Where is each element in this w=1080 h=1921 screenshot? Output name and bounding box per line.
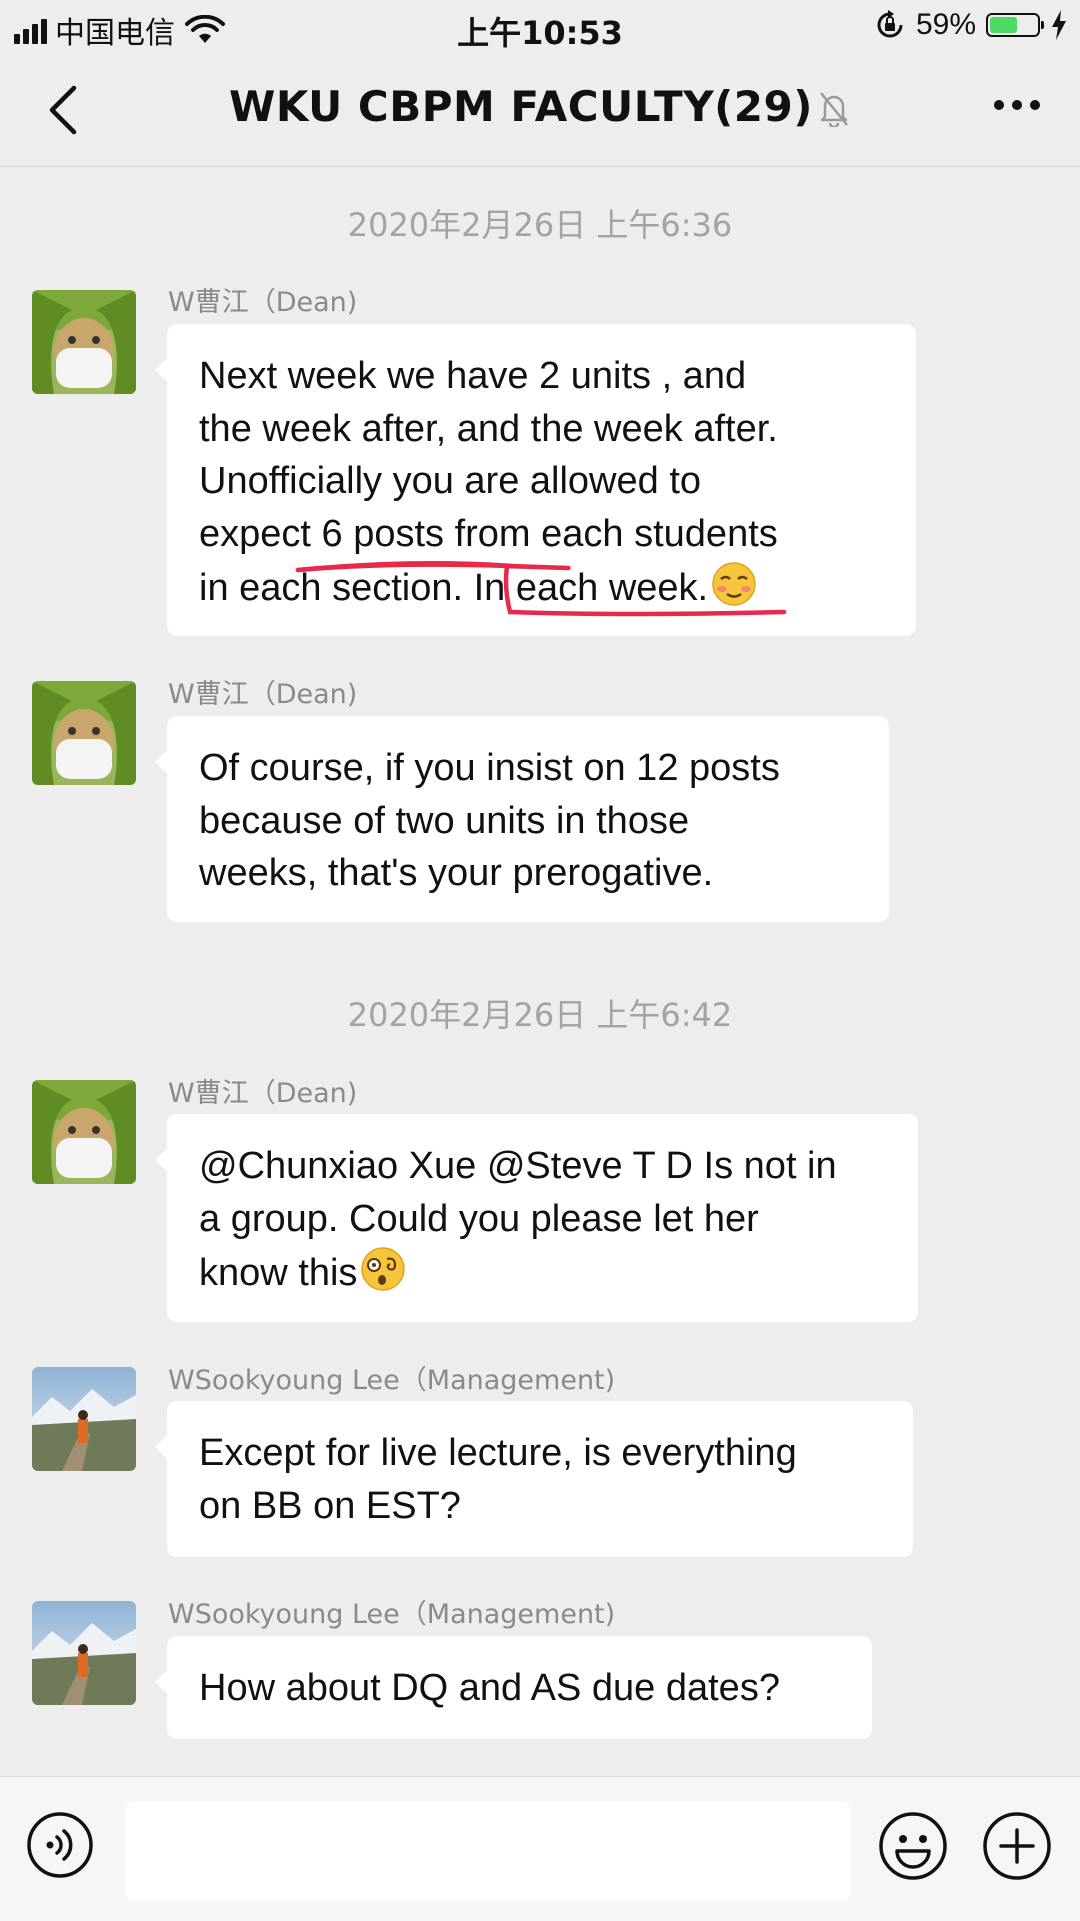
status-bar: 中国电信 上午10:53 59%: [0, 0, 1080, 54]
sender-name: WSookyoung Lee（Management): [168, 1599, 616, 1630]
flushed-emoji-icon: [712, 562, 756, 606]
message-line: @Chunxiao Xue @Steve T D Is not in: [199, 1145, 837, 1187]
orientation-lock-icon: [877, 10, 903, 38]
input-bar: [0, 1776, 1080, 1921]
dizzy-emoji-icon: [361, 1247, 406, 1291]
message-line: because of two units in those: [199, 799, 690, 842]
message-line: know this: [199, 1252, 358, 1294]
battery-icon: [986, 13, 1044, 37]
voice-icon[interactable]: [26, 1811, 94, 1879]
message-line: Of course, if you insist on 12 posts: [199, 747, 780, 789]
avatar[interactable]: [32, 1367, 136, 1471]
message-bubble[interactable]: Of course, if you insist on 12 posts bec…: [155, 716, 889, 922]
message-line: expect 6 posts from each students: [199, 512, 778, 555]
timestamp: 2020年2月26日 上午6:42: [347, 996, 733, 1034]
message-line: Next week we have 2 units , and: [199, 355, 747, 397]
emoji-icon[interactable]: [878, 1811, 948, 1881]
message-bubble[interactable]: Except for live lecture, is everything o…: [155, 1401, 913, 1557]
message-line: Unofficially you are allowed to: [199, 460, 702, 502]
message-bubble[interactable]: @Chunxiao Xue @Steve T D Is not in a gro…: [155, 1114, 918, 1322]
message-line: How about DQ and AS due dates?: [199, 1667, 780, 1709]
avatar[interactable]: [32, 290, 136, 394]
message-line: in each section. In each week.: [199, 567, 709, 609]
message-line: Except for live lecture, is everything: [199, 1432, 797, 1474]
sender-name: WSookyoung Lee（Management): [168, 1365, 616, 1396]
message-bubble[interactable]: How about DQ and AS due dates?: [155, 1636, 872, 1739]
plus-icon[interactable]: [982, 1811, 1052, 1881]
sender-name: W曹江（Dean): [168, 679, 358, 710]
sender-name: W曹江（Dean): [168, 1078, 358, 1109]
more-icon[interactable]: [994, 100, 1040, 110]
avatar[interactable]: [32, 1080, 136, 1184]
sender-name: W曹江（Dean): [168, 287, 358, 318]
battery-level: [990, 17, 1018, 33]
message-input[interactable]: [126, 1801, 850, 1901]
message-line: the week after, and the week after.: [199, 407, 778, 450]
message-line: weeks, that's your prerogative.: [199, 852, 714, 894]
bell-slash-icon: [819, 92, 848, 127]
message-line: a group. Could you please let her: [199, 1197, 759, 1240]
avatar[interactable]: [32, 681, 136, 785]
battery-percent: 59%: [915, 8, 976, 41]
chat-title: WKU CBPM FACULTY(29): [229, 82, 813, 131]
timestamp: 2020年2月26日 上午6:36: [347, 206, 733, 244]
status-right: 59%: [874, 8, 1068, 42]
message-bubble[interactable]: Next week we have 2 units , and the week…: [155, 324, 916, 636]
charging-icon: [1052, 10, 1066, 40]
avatar[interactable]: [32, 1601, 136, 1705]
nav-bar: WKU CBPM FACULTY(29): [0, 54, 1080, 167]
nav-title-wrap: WKU CBPM FACULTY(29): [0, 82, 1080, 131]
message-line: on BB on EST?: [199, 1484, 461, 1527]
